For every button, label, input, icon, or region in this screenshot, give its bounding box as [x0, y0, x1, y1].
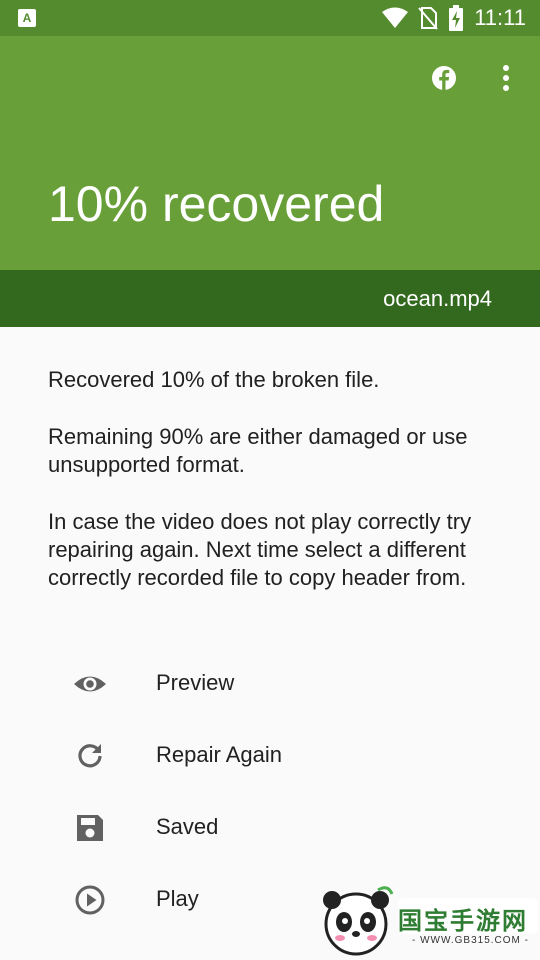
clock: 11:11	[474, 5, 526, 30]
preview-label: Preview	[156, 670, 235, 695]
share-icon	[72, 954, 108, 960]
no-sim-icon	[418, 7, 438, 30]
message-line-2: Remaining 90% are either damaged or use …	[48, 424, 468, 477]
refresh-icon	[78, 744, 102, 768]
repair-again-action[interactable]: Repair Again	[0, 718, 540, 790]
eye-icon	[74, 676, 106, 692]
saved-action[interactable]: Saved	[0, 790, 540, 862]
play-circle-icon	[75, 885, 105, 915]
watermark-text: 国宝手游网	[398, 908, 528, 935]
status-bar: A 11:11	[0, 0, 540, 36]
wifi-icon	[382, 7, 409, 28]
file-name: ocean.mp4	[383, 286, 492, 311]
app-notification-icon: A	[18, 9, 36, 27]
preview-action[interactable]: Preview	[0, 646, 540, 718]
status-icons: 11:11	[382, 4, 526, 32]
recovery-message: Recovered 10% of the broken file. Remain…	[48, 366, 508, 621]
file-name-bar: ocean.mp4	[0, 270, 540, 327]
repair-again-label: Repair Again	[156, 742, 282, 767]
facebook-icon[interactable]	[430, 64, 458, 92]
recovery-percentage-title: 10% recovered	[48, 176, 385, 232]
play-label: Play	[156, 886, 199, 911]
app-bar	[0, 36, 540, 270]
message-line-3: In case the video does not play correctl…	[48, 509, 472, 590]
message-line-1: Recovered 10% of the broken file.	[48, 367, 380, 392]
watermark-url: - WWW.GB315.COM -	[412, 935, 529, 946]
more-vert-icon[interactable]	[494, 62, 518, 94]
save-icon	[77, 815, 103, 841]
saved-label: Saved	[156, 814, 219, 839]
battery-charging-icon	[449, 5, 464, 31]
